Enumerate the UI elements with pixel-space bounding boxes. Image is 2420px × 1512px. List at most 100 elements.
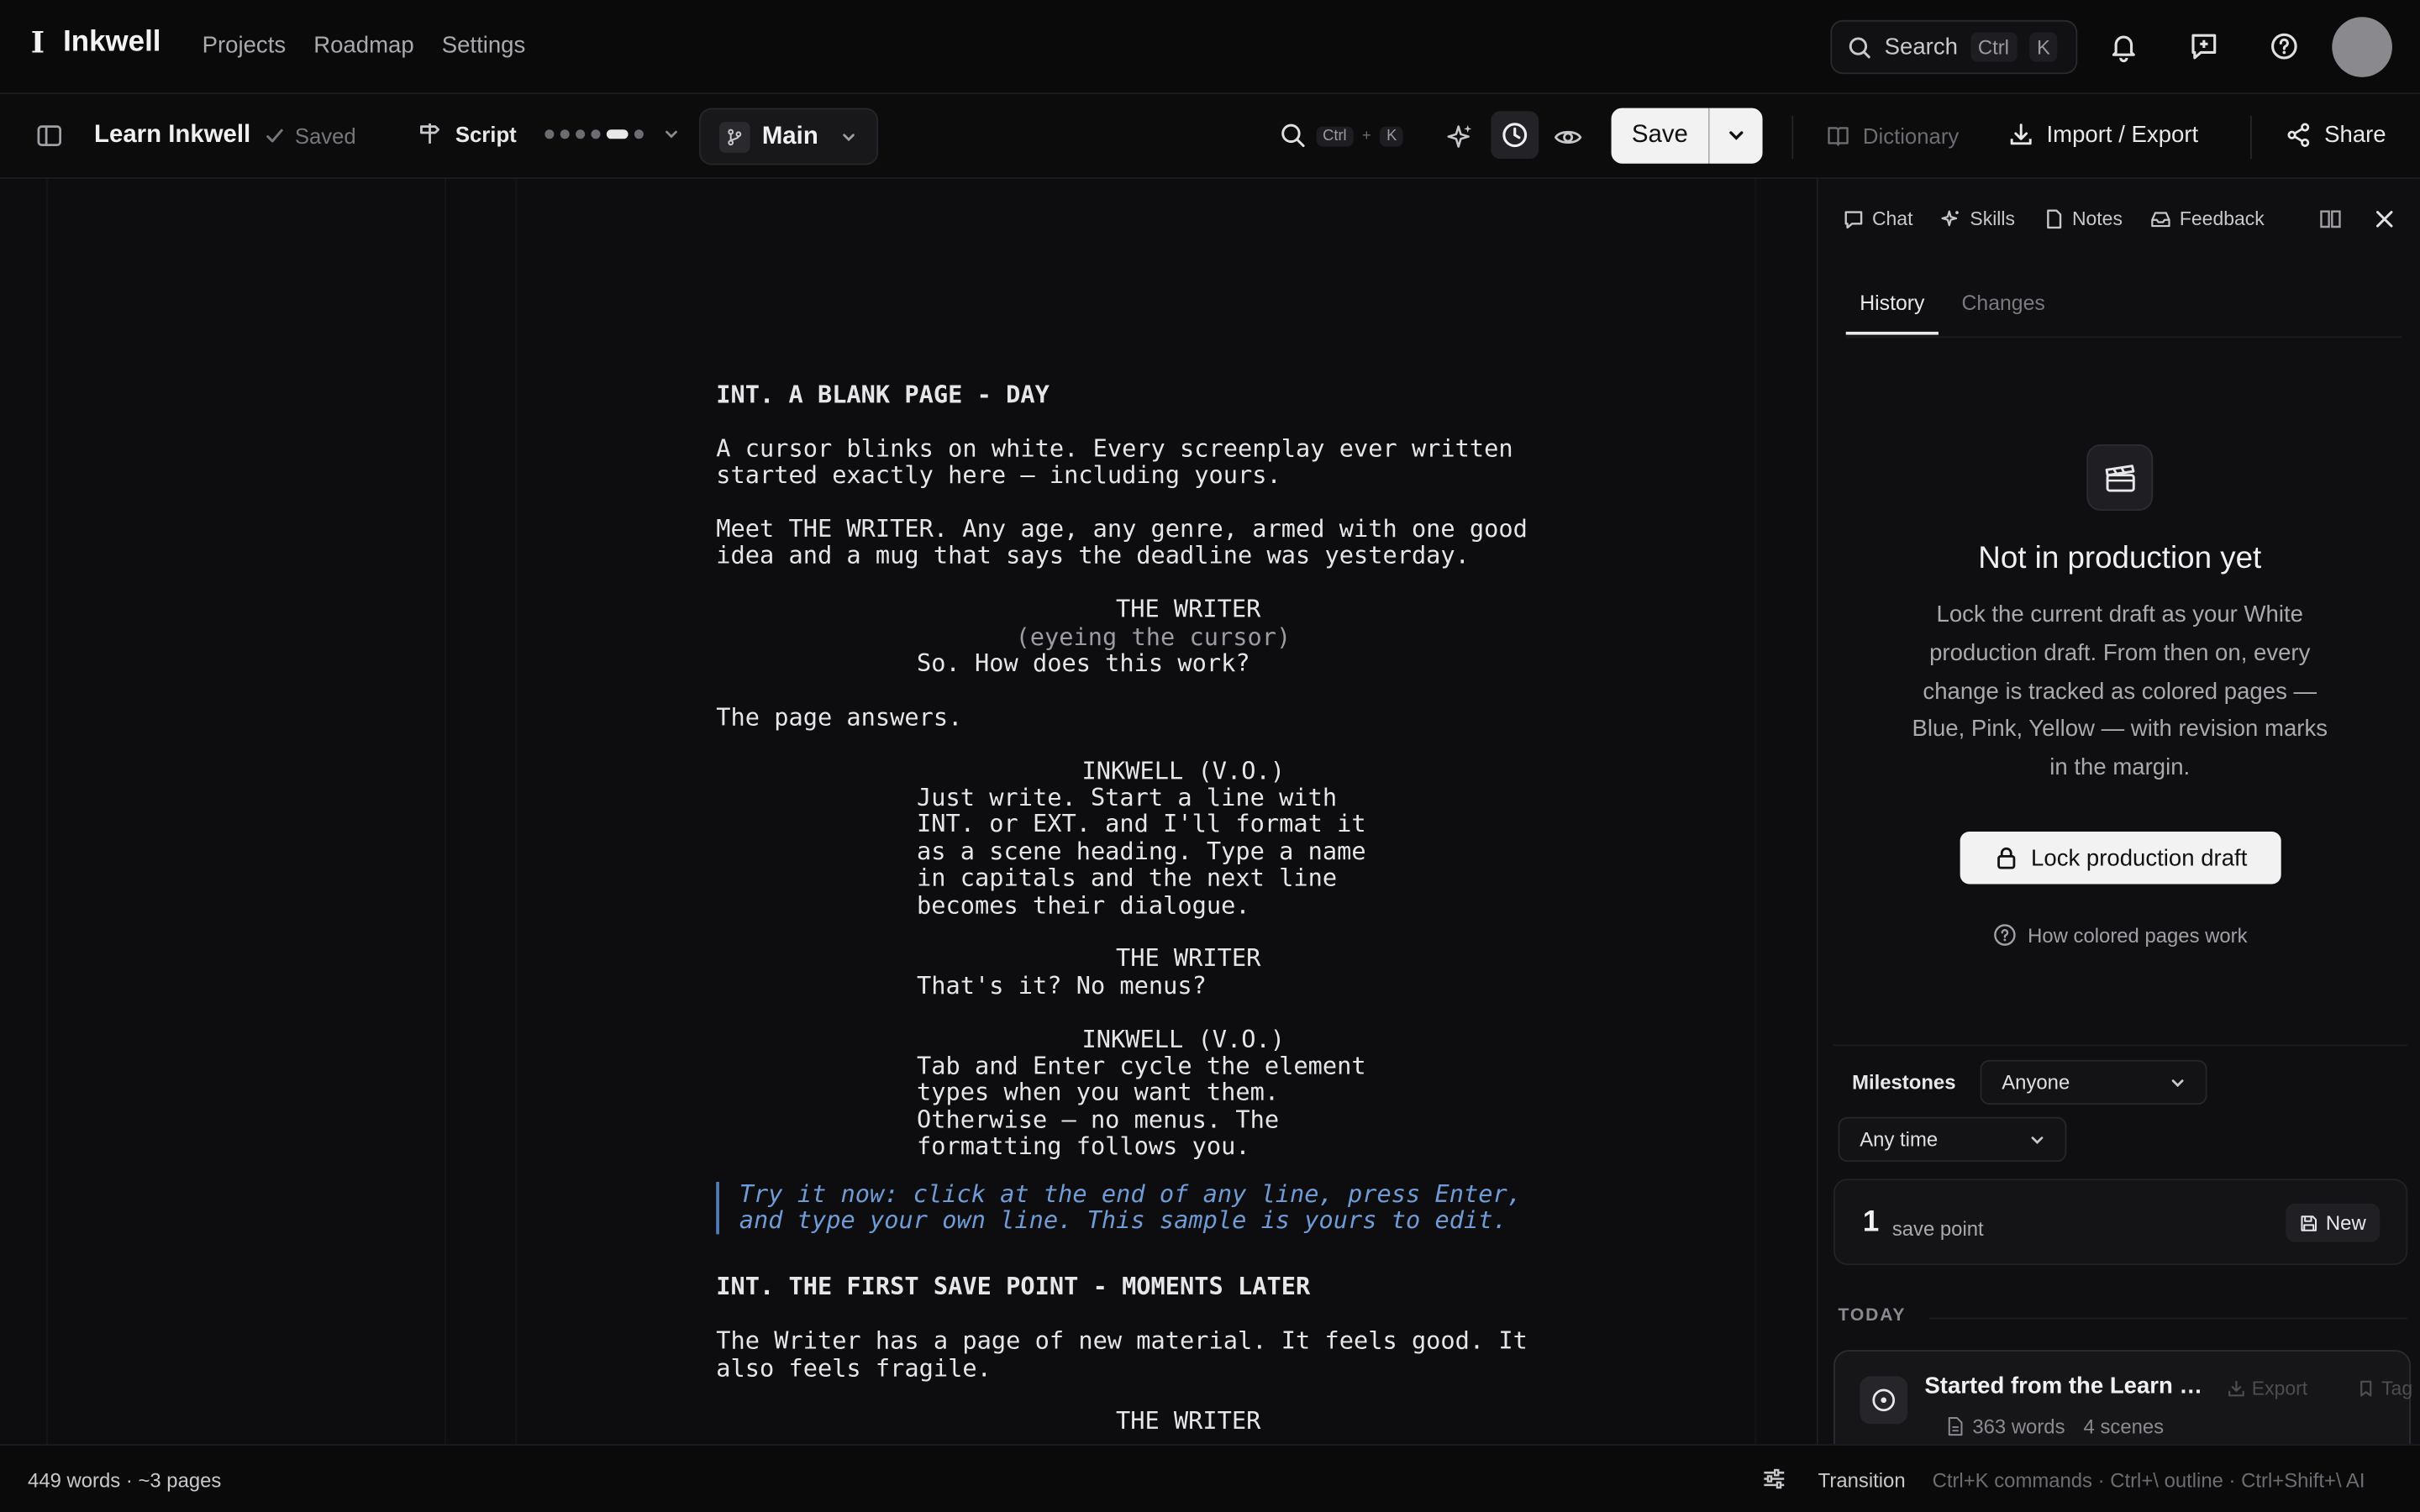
time-filter-select[interactable]: Any time <box>1838 1116 2067 1163</box>
toolbar-divider <box>2249 115 2252 160</box>
dialogue[interactable]: Just write. Start a line with INT. or EX… <box>917 785 1704 920</box>
divider <box>1845 336 2402 339</box>
dialogue[interactable]: That's it? No menus? <box>917 972 1704 1000</box>
history-item-title: Started from the Learn Inkwell sample <box>1924 1373 2207 1399</box>
toolbar-divider <box>1791 115 1794 160</box>
dialogue[interactable]: So. How does this work? <box>917 649 1704 678</box>
action-line[interactable]: A cursor blinks on white. Every screenpl… <box>716 435 1704 490</box>
tab-history[interactable]: History <box>1845 291 1939 335</box>
history-item-meta: 363 words 4 scenes <box>1946 1415 2164 1438</box>
character-cue[interactable]: THE WRITER <box>1116 596 1704 624</box>
chevron-down-icon <box>843 133 855 141</box>
sidebar-toggle-icon[interactable] <box>35 122 63 150</box>
note-icon <box>2046 209 2061 229</box>
share-label: Share <box>2324 122 2386 149</box>
chevron-down-icon <box>665 129 677 138</box>
search-label: Search <box>1884 34 1958 60</box>
page-guide-line <box>444 179 446 1445</box>
mode-dot <box>590 129 600 139</box>
character-cue[interactable]: THE WRITER <box>1116 945 1704 974</box>
history-item[interactable]: Started from the Learn Inkwell sample 36… <box>1833 1350 2412 1458</box>
nav-roadmap[interactable]: Roadmap <box>313 33 413 59</box>
tutorial-note[interactable]: Try it now: click at the end of any line… <box>716 1180 1704 1236</box>
colored-pages-help-link[interactable]: How colored pages work <box>1818 922 2420 947</box>
author-filter-value: Anyone <box>2002 1070 2070 1095</box>
save-button[interactable]: Save <box>1611 108 1709 164</box>
clapperboard-icon <box>2086 444 2154 511</box>
mode-selector[interactable]: Script <box>417 120 681 146</box>
lock-production-draft-button[interactable]: Lock production draft <box>1960 831 2281 885</box>
parenthetical[interactable]: (eyeing the cursor) <box>1016 622 1704 651</box>
history-item-scenes: 4 scenes <box>2083 1415 2165 1438</box>
action-line[interactable]: The page answers. <box>716 703 1704 732</box>
document-title[interactable]: Learn Inkwell <box>94 122 250 150</box>
brand[interactable]: I Inkwell <box>31 26 161 60</box>
dialogue[interactable]: Tab and Enter cycle the element types wh… <box>917 1053 1704 1162</box>
character-cue[interactable]: THE WRITER <box>1116 1408 1704 1436</box>
history-clock-icon[interactable] <box>1491 111 1539 160</box>
save-options-button[interactable] <box>1708 108 1763 164</box>
history-group-label: TODAY <box>1838 1306 1907 1326</box>
import-export-label: Import / Export <box>2046 122 2199 149</box>
mode-dot <box>560 129 570 139</box>
scene-heading[interactable]: INT. THE FIRST SAVE POINT - MOMENTS LATE… <box>716 1273 1704 1302</box>
branch-selector[interactable]: Main <box>699 108 879 165</box>
action-line[interactable]: Meet THE WRITER. Any age, any genre, arm… <box>716 516 1704 570</box>
share-button[interactable]: Share <box>2286 122 2386 148</box>
action-line[interactable]: The Writer has a page of new material. I… <box>716 1328 1704 1383</box>
divider <box>1833 1044 2408 1047</box>
chevron-down-icon <box>1729 131 1744 140</box>
ai-sparkle-icon[interactable] <box>1444 122 1476 153</box>
tab-notes[interactable]: Notes <box>2043 208 2123 230</box>
character-cue[interactable]: INKWELL (V.O.) <box>1082 1026 1704 1054</box>
new-save-point-button[interactable]: New <box>2286 1203 2381 1242</box>
mode-dot <box>634 129 644 139</box>
feedback-message-icon[interactable] <box>2187 29 2221 63</box>
preview-eye-icon[interactable] <box>1553 122 1584 153</box>
editor-toolbar: Learn Inkwell Saved Script Main Ctrl + K <box>0 94 2420 180</box>
bell-icon[interactable] <box>2107 29 2140 63</box>
save-status: Saved <box>264 123 356 148</box>
sliders-icon[interactable] <box>1761 1466 1787 1492</box>
author-filter-select[interactable]: Anyone <box>1980 1059 2207 1105</box>
user-avatar[interactable] <box>2332 17 2392 77</box>
bookmark-icon <box>2360 1380 2372 1397</box>
script-editor[interactable]: INT. A BLANK PAGE - DAY A cursor blinks … <box>0 179 1817 1445</box>
scene-heading[interactable]: INT. A BLANK PAGE - DAY <box>716 381 1704 410</box>
page-guide-line <box>1754 179 1757 1445</box>
status-bar: 449 words · ~3 pages Transition Ctrl+K c… <box>0 1444 2420 1512</box>
close-icon[interactable] <box>2372 207 2396 231</box>
find-button[interactable]: Ctrl + K <box>1280 122 1403 150</box>
branch-icon <box>718 121 750 152</box>
screenplay-page[interactable]: INT. A BLANK PAGE - DAY A cursor blinks … <box>716 381 1704 1436</box>
dock-panel-icon[interactable] <box>2318 207 2343 231</box>
top-bar: I Inkwell Projects Roadmap Settings Sear… <box>0 0 2420 95</box>
help-link-label: How colored pages work <box>2028 923 2248 947</box>
brand-name: Inkwell <box>63 26 161 59</box>
tab-feedback[interactable]: Feedback <box>2150 208 2265 230</box>
share-icon <box>2287 123 2310 147</box>
history-panel: Chat Skills Notes Feedback History Chang… <box>1816 179 2420 1458</box>
help-icon[interactable] <box>2267 29 2301 63</box>
nav-projects[interactable]: Projects <box>203 33 287 59</box>
time-filter-value: Any time <box>1860 1127 1939 1152</box>
history-export-button[interactable]: Export <box>2227 1378 2307 1399</box>
milestones-label: Milestones <box>1852 1070 1956 1095</box>
import-export-button[interactable]: Import / Export <box>2008 122 2199 149</box>
global-search-button[interactable]: Search Ctrl K <box>1830 19 2078 75</box>
chat-icon <box>1844 211 1863 229</box>
app-root: I Inkwell Projects Roadmap Settings Sear… <box>0 0 2420 1512</box>
mode-progress-dots <box>544 129 644 139</box>
nav-settings[interactable]: Settings <box>442 33 526 59</box>
tab-changes[interactable]: Changes <box>1948 291 2059 334</box>
save-points-count: 1 <box>1862 1206 1880 1239</box>
tab-chat[interactable]: Chat <box>1843 208 1912 230</box>
dictionary-button[interactable]: Dictionary <box>1826 123 1959 148</box>
current-element-type[interactable]: Transition <box>1818 1469 1906 1493</box>
character-cue[interactable]: INKWELL (V.O.) <box>1082 757 1704 785</box>
panel-tabs: Chat Skills Notes Feedback <box>1843 208 2265 230</box>
signpost-icon <box>420 123 440 144</box>
tab-skills[interactable]: Skills <box>1941 208 2015 230</box>
search-icon <box>1848 34 1872 59</box>
history-tag-button[interactable]: Tag <box>2357 1378 2412 1399</box>
